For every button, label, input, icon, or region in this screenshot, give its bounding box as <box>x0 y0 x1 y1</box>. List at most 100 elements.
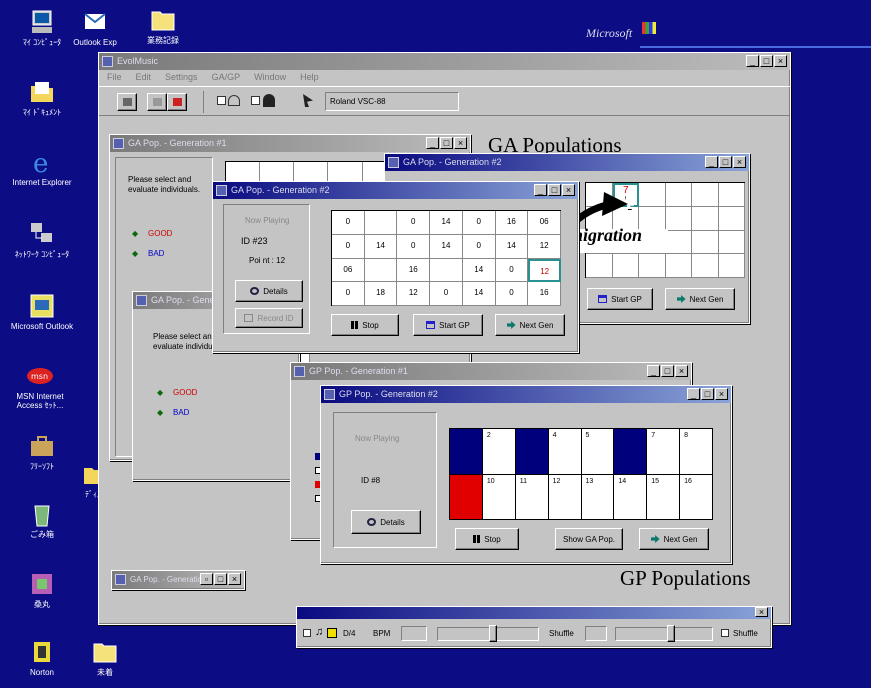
ga-gen1-good-label[interactable]: GOOD <box>148 229 172 238</box>
desktop-icon-my-computer[interactable]: ﾏｲ ｺﾝﾋﾟｭｰﾀ <box>5 8 79 47</box>
shuffle-input[interactable] <box>585 626 607 641</box>
ga-cell[interactable] <box>718 254 745 278</box>
desktop-icon-outlook-express[interactable]: Outlook Exp <box>70 8 120 47</box>
ga-cell[interactable]: 12 <box>397 282 431 306</box>
desktop-icon-internet-explorer[interactable]: e Internet Explorer <box>5 148 79 187</box>
minimize-button[interactable]: _ <box>426 137 439 149</box>
playback-titlebar[interactable]: × <box>297 607 771 619</box>
ga-cell[interactable] <box>692 230 719 255</box>
desktop-icon-my-documents[interactable]: ﾏｲ ﾄﾞｷｭﾒﾝﾄ <box>5 78 79 117</box>
close-button[interactable]: × <box>228 573 241 585</box>
ga-cell[interactable] <box>692 183 719 207</box>
restore-button[interactable]: ▫ <box>200 573 213 585</box>
desktop-icon-recycle-bin[interactable]: ごみ箱 <box>5 500 79 539</box>
ga-cell[interactable] <box>718 230 745 255</box>
gp-cell-blue[interactable] <box>450 429 483 475</box>
menu-window[interactable]: Window <box>254 72 286 84</box>
ga-cell[interactable]: 16 <box>528 282 561 306</box>
ga-cell[interactable] <box>665 254 692 278</box>
gp-next-gen-button[interactable]: Next Gen <box>639 528 709 550</box>
gp-details-button[interactable]: Details <box>351 510 421 534</box>
loop-checkbox[interactable] <box>303 629 311 637</box>
desktop-icon-outlook[interactable]: Microsoft Outlook <box>5 292 79 331</box>
gp-cell[interactable]: 11 <box>515 474 549 520</box>
ga-cell[interactable]: 12 <box>528 234 561 259</box>
gp-show-ga-pop-button[interactable]: Show GA Pop. <box>555 528 623 550</box>
ga-right-titlebar[interactable]: GA Pop. - Generation #2 _ □ × <box>385 154 749 171</box>
ga-cell[interactable]: 18 <box>364 282 398 306</box>
ga-cell[interactable]: 0 <box>462 211 496 235</box>
close-button[interactable]: × <box>774 55 787 67</box>
gp-cell-red[interactable] <box>450 474 483 520</box>
gp-cell[interactable]: 7 <box>647 429 681 475</box>
ga-cell[interactable] <box>639 206 666 231</box>
main-titlebar[interactable]: EvolMusic _ □ × <box>99 53 790 70</box>
ga-gen1-bad-label[interactable]: BAD <box>148 249 164 258</box>
gp-cell[interactable]: 13 <box>581 474 615 520</box>
minimize-button[interactable]: _ <box>647 365 660 377</box>
ga-cell[interactable]: 0 <box>332 234 365 259</box>
ga-cell[interactable] <box>692 254 719 278</box>
ga-cell[interactable]: 14 <box>462 282 496 306</box>
ga-cell[interactable] <box>639 183 666 207</box>
close-button[interactable]: × <box>715 388 728 400</box>
ga-cell[interactable] <box>430 258 463 283</box>
ga-cell[interactable] <box>639 254 666 278</box>
menu-settings[interactable]: Settings <box>165 72 198 84</box>
ga-cell[interactable] <box>328 162 363 183</box>
ga-front-titlebar[interactable]: GA Pop. - Generation #2 _ □ × <box>213 182 578 199</box>
ga-cell[interactable]: 0 <box>332 282 365 306</box>
ga-minimized-window[interactable]: GA Pop. - Generation #1 ▫ □ × <box>111 570 245 590</box>
ga-cell[interactable] <box>692 206 719 231</box>
minimize-button[interactable]: _ <box>705 156 718 168</box>
menu-file[interactable]: File <box>107 72 122 84</box>
ga-gen1-titlebar[interactable]: GA Pop. - Generation #1 _ □ × <box>110 135 470 152</box>
tool-button-scissors[interactable] <box>117 93 137 111</box>
desktop-icon-msn[interactable]: msn MSN Internet Access ｾｯﾄ... <box>3 362 77 410</box>
minimize-button[interactable]: _ <box>746 55 759 67</box>
synth-select[interactable]: Roland VSC-88 <box>325 92 459 111</box>
ga-cell[interactable] <box>665 230 692 255</box>
ga-start-gp-button[interactable]: Start GP <box>413 314 483 336</box>
ga-record-button[interactable]: Record ID <box>235 308 303 328</box>
checkbox-2[interactable] <box>251 96 260 105</box>
close-button[interactable]: × <box>733 156 746 168</box>
maximize-button[interactable]: □ <box>719 156 732 168</box>
gp-cell[interactable]: 16 <box>680 474 713 520</box>
ga-cell[interactable] <box>226 162 261 183</box>
gp-cell[interactable]: 4 <box>548 429 582 475</box>
ga-cell[interactable]: 14 <box>364 234 398 259</box>
gp-cell[interactable]: 12 <box>548 474 582 520</box>
ga-cell[interactable]: 16 <box>495 211 529 235</box>
gp-front-titlebar[interactable]: GP Pop. - Generation #2 _ □ × <box>321 386 731 403</box>
ga-left-good-label[interactable]: GOOD <box>173 388 197 397</box>
ga-left-bad-label[interactable]: BAD <box>173 408 189 417</box>
ga-cell-selected[interactable]: 12 <box>528 258 561 283</box>
menu-edit[interactable]: Edit <box>136 72 152 84</box>
gp-cell[interactable]: 2 <box>482 429 516 475</box>
gp-cell[interactable]: 15 <box>647 474 681 520</box>
ga-stop-button[interactable]: Stop <box>331 314 399 336</box>
ga-right-start-gp-button[interactable]: Start GP <box>587 288 653 310</box>
gp-cell-blue[interactable] <box>515 429 549 475</box>
shuffle-slider-thumb[interactable] <box>667 625 675 642</box>
gp-cell[interactable]: 5 <box>581 429 615 475</box>
desktop-icon-norton[interactable]: Norton <box>5 638 79 677</box>
maximize-button[interactable]: □ <box>440 137 453 149</box>
ga-cell[interactable]: 14 <box>430 234 463 259</box>
shuffle-checkbox[interactable] <box>721 629 729 637</box>
bpm-slider[interactable] <box>437 627 539 641</box>
bpm-input[interactable] <box>401 626 427 641</box>
maximize-button[interactable]: □ <box>661 365 674 377</box>
gp-cell[interactable]: 10 <box>482 474 516 520</box>
ga-cell[interactable]: 0 <box>430 282 463 306</box>
ga-cell[interactable]: 0 <box>495 258 529 283</box>
ga-cell[interactable] <box>364 211 398 235</box>
close-button[interactable]: × <box>562 184 575 196</box>
ga-cell[interactable] <box>260 162 295 183</box>
ga-cell[interactable] <box>364 258 398 283</box>
desktop-icon-network[interactable]: ﾈｯﾄﾜｰｸ ｺﾝﾋﾟｭｰﾀ <box>5 220 79 259</box>
minimize-button[interactable]: _ <box>687 388 700 400</box>
bpm-slider-thumb[interactable] <box>489 625 497 642</box>
gp-cell[interactable]: 8 <box>680 429 713 475</box>
